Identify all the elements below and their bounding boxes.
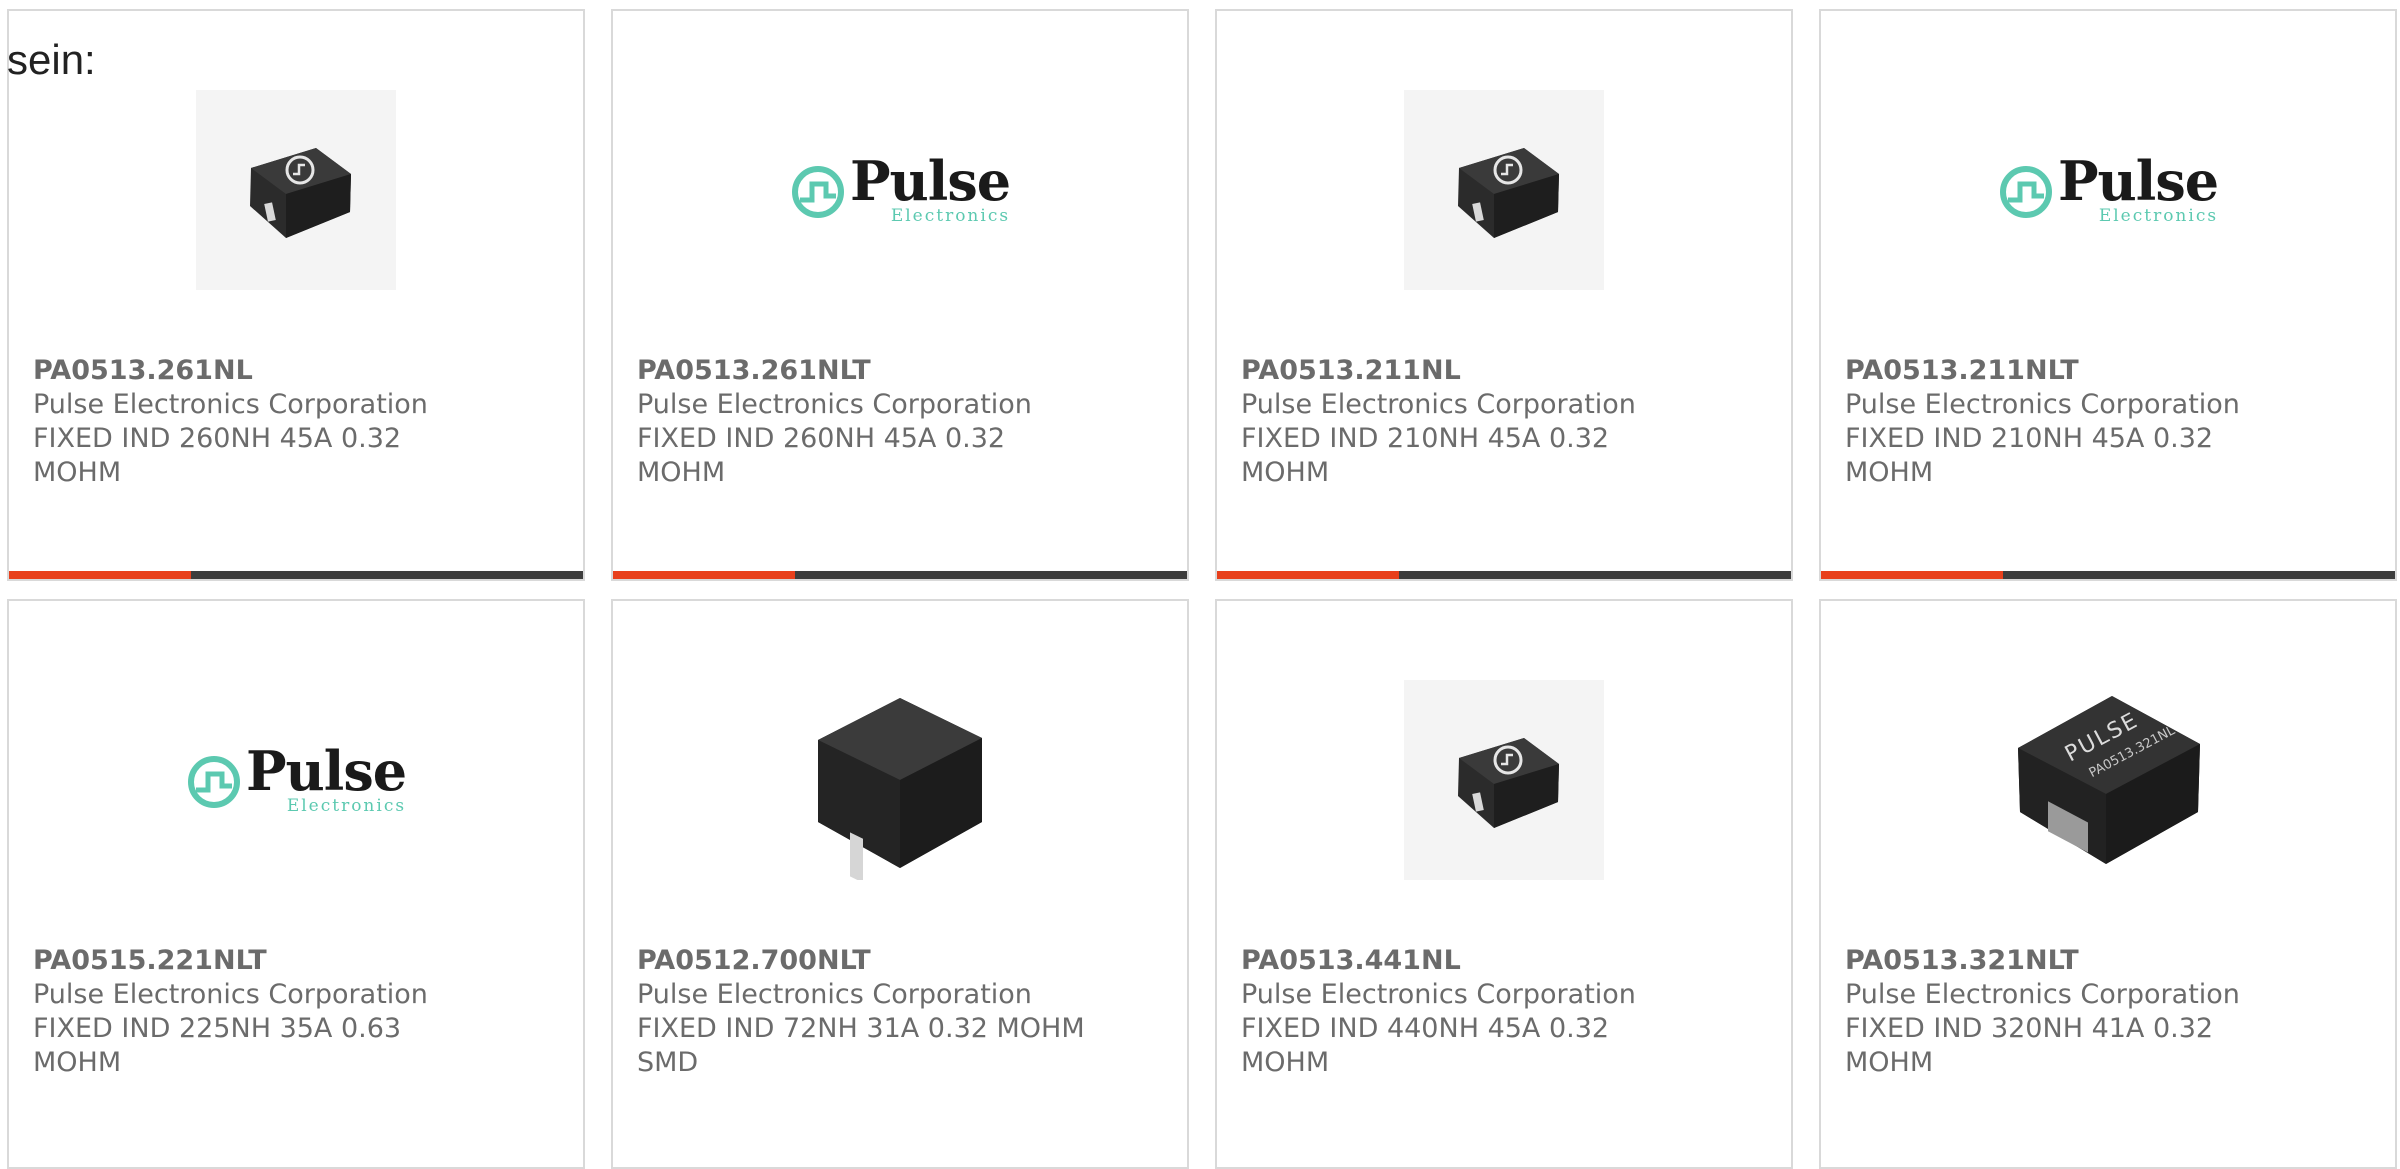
description: MOHM <box>1241 1047 1330 1078</box>
logo-subtext: Electronics <box>2098 206 2219 226</box>
logo-subtext: Electronics <box>286 796 407 816</box>
product-card[interactable]: Pulse Electronics PA0513.261NLT Pulse El… <box>611 9 1189 581</box>
inductor-large-icon <box>818 698 982 880</box>
description: FIXED IND 210NH 45A 0.32 <box>1241 423 1610 454</box>
description: MOHM <box>1845 1047 1934 1078</box>
product-info: PA0515.221NLT Pulse Electronics Corporat… <box>33 944 533 1080</box>
inductor-printed-icon: PULSE PA0513.321NL <box>2018 696 2200 864</box>
product-info: PA0513.261NLT Pulse Electronics Corporat… <box>637 354 1137 490</box>
description: FIXED IND 210NH 45A 0.32 <box>1845 423 2214 454</box>
part-number[interactable]: PA0513.261NL <box>33 354 533 388</box>
pulse-logo: Pulse Electronics <box>790 149 1011 226</box>
description: FIXED IND 260NH 45A 0.32 <box>637 423 1006 454</box>
product-image[interactable] <box>800 680 1000 880</box>
card-footer-bar <box>613 571 1187 579</box>
product-card[interactable]: PA0513.261NL Pulse Electronics Corporati… <box>7 9 585 581</box>
product-image[interactable]: Pulse Electronics <box>187 680 407 880</box>
pulse-logo-icon <box>1999 166 2052 218</box>
part-number[interactable]: PA0513.211NL <box>1241 354 1741 388</box>
accent-bar <box>1821 571 2003 579</box>
part-number[interactable]: PA0513.441NL <box>1241 944 1741 978</box>
product-image[interactable] <box>1404 680 1604 880</box>
part-number[interactable]: PA0513.261NLT <box>637 354 1137 388</box>
manufacturer: Pulse Electronics Corporation <box>33 979 428 1010</box>
product-card[interactable]: PA0512.700NLT Pulse Electronics Corporat… <box>611 599 1189 1169</box>
accent-bar <box>613 571 795 579</box>
intro-text: sein: <box>7 36 96 83</box>
product-grid: PA0513.261NL Pulse Electronics Corporati… <box>0 0 2400 1169</box>
product-image[interactable]: Pulse Electronics <box>791 90 1011 290</box>
product-info: PA0513.211NLT Pulse Electronics Corporat… <box>1845 354 2345 490</box>
product-info: PA0513.321NLT Pulse Electronics Corporat… <box>1845 944 2345 1080</box>
pulse-logo-icon <box>187 756 240 808</box>
description: FIXED IND 72NH 31A 0.32 MOHM <box>637 1013 1085 1044</box>
description: FIXED IND 260NH 45A 0.32 <box>33 423 402 454</box>
logo-text: Pulse <box>245 739 407 803</box>
product-card[interactable]: Pulse Electronics PA0513.211NLT Pulse El… <box>1819 9 2397 581</box>
inductor-small-icon <box>1458 738 1559 828</box>
product-info: PA0512.700NLT Pulse Electronics Corporat… <box>637 944 1137 1080</box>
product-card[interactable]: Pulse Electronics PA0515.221NLT Pulse El… <box>7 599 585 1169</box>
description: MOHM <box>33 457 122 488</box>
product-image[interactable]: Pulse Electronics <box>1999 90 2219 290</box>
product-info: PA0513.441NL Pulse Electronics Corporati… <box>1241 944 1741 1080</box>
part-number[interactable]: PA0512.700NLT <box>637 944 1137 978</box>
product-card[interactable]: PA0513.211NL Pulse Electronics Corporati… <box>1215 9 1793 581</box>
manufacturer: Pulse Electronics Corporation <box>637 389 1032 420</box>
product-card[interactable]: PA0513.441NL Pulse Electronics Corporati… <box>1215 599 1793 1169</box>
pulse-logo: Pulse Electronics <box>1998 149 2219 226</box>
product-card[interactable]: PULSE PA0513.321NL PA0513.321NLT Pulse E… <box>1819 599 2397 1169</box>
product-image[interactable] <box>1404 90 1604 290</box>
description: FIXED IND 440NH 45A 0.32 <box>1241 1013 1610 1044</box>
product-info: PA0513.261NL Pulse Electronics Corporati… <box>33 354 533 490</box>
card-footer-bar <box>1217 571 1791 579</box>
logo-text: Pulse <box>2057 149 2219 213</box>
description: MOHM <box>637 457 726 488</box>
manufacturer: Pulse Electronics Corporation <box>637 979 1032 1010</box>
product-image[interactable]: PULSE PA0513.321NL <box>2008 680 2208 880</box>
part-number[interactable]: PA0513.321NLT <box>1845 944 2345 978</box>
description: MOHM <box>1241 457 1330 488</box>
description: FIXED IND 320NH 41A 0.32 <box>1845 1013 2214 1044</box>
inductor-small-icon <box>1458 148 1559 238</box>
product-info: PA0513.211NL Pulse Electronics Corporati… <box>1241 354 1741 490</box>
part-number[interactable]: PA0513.211NLT <box>1845 354 2345 388</box>
description: FIXED IND 225NH 35A 0.63 <box>33 1013 402 1044</box>
manufacturer: Pulse Electronics Corporation <box>1845 389 2240 420</box>
inductor-small-icon <box>250 148 351 238</box>
manufacturer: Pulse Electronics Corporation <box>1241 389 1636 420</box>
accent-bar <box>1217 571 1399 579</box>
description: MOHM <box>1845 457 1934 488</box>
pulse-logo-icon <box>791 166 844 218</box>
pulse-logo: Pulse Electronics <box>186 739 407 816</box>
manufacturer: Pulse Electronics Corporation <box>1241 979 1636 1010</box>
part-number[interactable]: PA0515.221NLT <box>33 944 533 978</box>
description: MOHM <box>33 1047 122 1078</box>
accent-bar <box>9 571 191 579</box>
logo-subtext: Electronics <box>890 206 1011 226</box>
description: SMD <box>637 1047 699 1078</box>
logo-text: Pulse <box>849 149 1011 213</box>
card-footer-bar <box>9 571 583 579</box>
manufacturer: Pulse Electronics Corporation <box>1845 979 2240 1010</box>
manufacturer: Pulse Electronics Corporation <box>33 389 428 420</box>
product-image[interactable] <box>196 90 396 290</box>
card-footer-bar <box>1821 571 2395 579</box>
